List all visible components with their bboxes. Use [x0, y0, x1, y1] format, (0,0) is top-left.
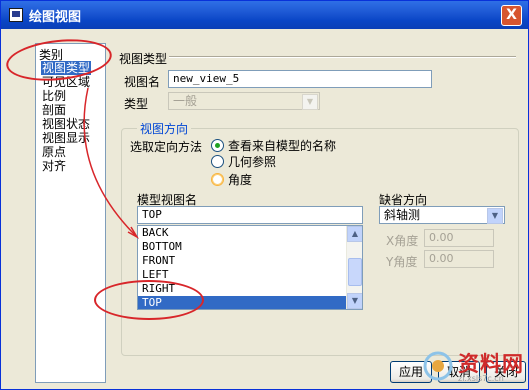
scroll-thumb[interactable]: [348, 258, 362, 286]
radio-icon[interactable]: [211, 172, 224, 186]
list-item[interactable]: BACK: [138, 226, 362, 240]
category-item-alignment[interactable]: 对齐: [41, 159, 91, 173]
y-angle-label: Y角度: [386, 255, 418, 269]
section-separator: [169, 56, 516, 58]
view-type-section-title: 视图类型: [119, 52, 168, 66]
scroll-down-icon[interactable]: ▼: [347, 293, 362, 309]
type-label: 类型: [124, 97, 149, 111]
default-orientation-select[interactable]: 斜轴测 ▼: [379, 206, 505, 224]
window-title: 绘图视图: [29, 10, 82, 25]
radio-angle[interactable]: 角度: [211, 171, 252, 187]
category-item-section[interactable]: 剖面: [41, 103, 91, 117]
category-list: 视图类型 可见区域 比例 剖面 视图状态 视图显示 原点 对齐: [41, 61, 92, 173]
scroll-up-icon[interactable]: ▲: [347, 226, 362, 242]
category-item-scale[interactable]: 比例: [41, 89, 91, 103]
close-icon[interactable]: X: [501, 5, 522, 26]
cancel-button[interactable]: 取消: [438, 361, 480, 383]
radio-icon[interactable]: [211, 138, 224, 152]
list-item-selected[interactable]: TOP: [138, 296, 346, 309]
view-name-field[interactable]: new_view_5: [168, 70, 432, 88]
listbox-scrollbar[interactable]: ▲ ▼: [346, 226, 362, 309]
category-item-origin[interactable]: 原点: [41, 145, 91, 159]
type-value: 一般: [173, 94, 198, 108]
model-view-listbox[interactable]: BACK BOTTOM FRONT LEFT RIGHT TOP ▲ ▼: [137, 225, 363, 310]
radio-geometry-reference[interactable]: 几何参照: [211, 153, 276, 169]
default-orientation-value: 斜轴测: [384, 208, 421, 222]
y-angle-field: 0.00: [424, 250, 494, 268]
list-item[interactable]: LEFT: [138, 268, 362, 282]
apply-button[interactable]: 应用: [390, 361, 432, 383]
radio-model-name-label: 查看来自模型的名称: [228, 138, 337, 153]
list-item[interactable]: BOTTOM: [138, 240, 362, 254]
type-select: 一般 ▼: [168, 92, 320, 110]
orientation-method-label: 选取定向方法: [130, 140, 203, 154]
category-item-view-display[interactable]: 视图显示: [41, 131, 91, 145]
radio-angle-label: 角度: [228, 172, 253, 187]
dialog-window: 绘图视图 X 类别 视图类型 可见区域 比例 剖面 视图状态 视图显示 原点 对…: [0, 0, 529, 390]
dialog-icon: [9, 8, 23, 22]
category-item-view-type[interactable]: 视图类型: [41, 61, 92, 75]
radio-geometry-reference-label: 几何参照: [228, 154, 277, 169]
radio-model-name[interactable]: 查看来自模型的名称: [211, 137, 336, 153]
view-name-label: 视图名: [124, 75, 161, 89]
chevron-down-icon: ▼: [302, 94, 318, 110]
category-panel: 类别 视图类型 可见区域 比例 剖面 视图状态 视图显示 原点 对齐: [35, 43, 106, 383]
x-angle-label: X角度: [386, 234, 419, 248]
model-view-filter-field[interactable]: TOP: [137, 206, 363, 224]
title-bar[interactable]: 绘图视图 X: [1, 1, 528, 29]
radio-icon[interactable]: [211, 154, 224, 168]
list-item[interactable]: RIGHT: [138, 282, 362, 296]
orientation-group-title: 视图方向: [137, 120, 192, 137]
chevron-down-icon[interactable]: ▼: [487, 208, 503, 224]
list-item[interactable]: FRONT: [138, 254, 362, 268]
category-item-view-state[interactable]: 视图状态: [41, 117, 91, 131]
close-button[interactable]: 关闭: [486, 361, 526, 383]
category-item-visible-area[interactable]: 可见区域: [41, 75, 91, 89]
x-angle-field: 0.00: [424, 229, 494, 247]
